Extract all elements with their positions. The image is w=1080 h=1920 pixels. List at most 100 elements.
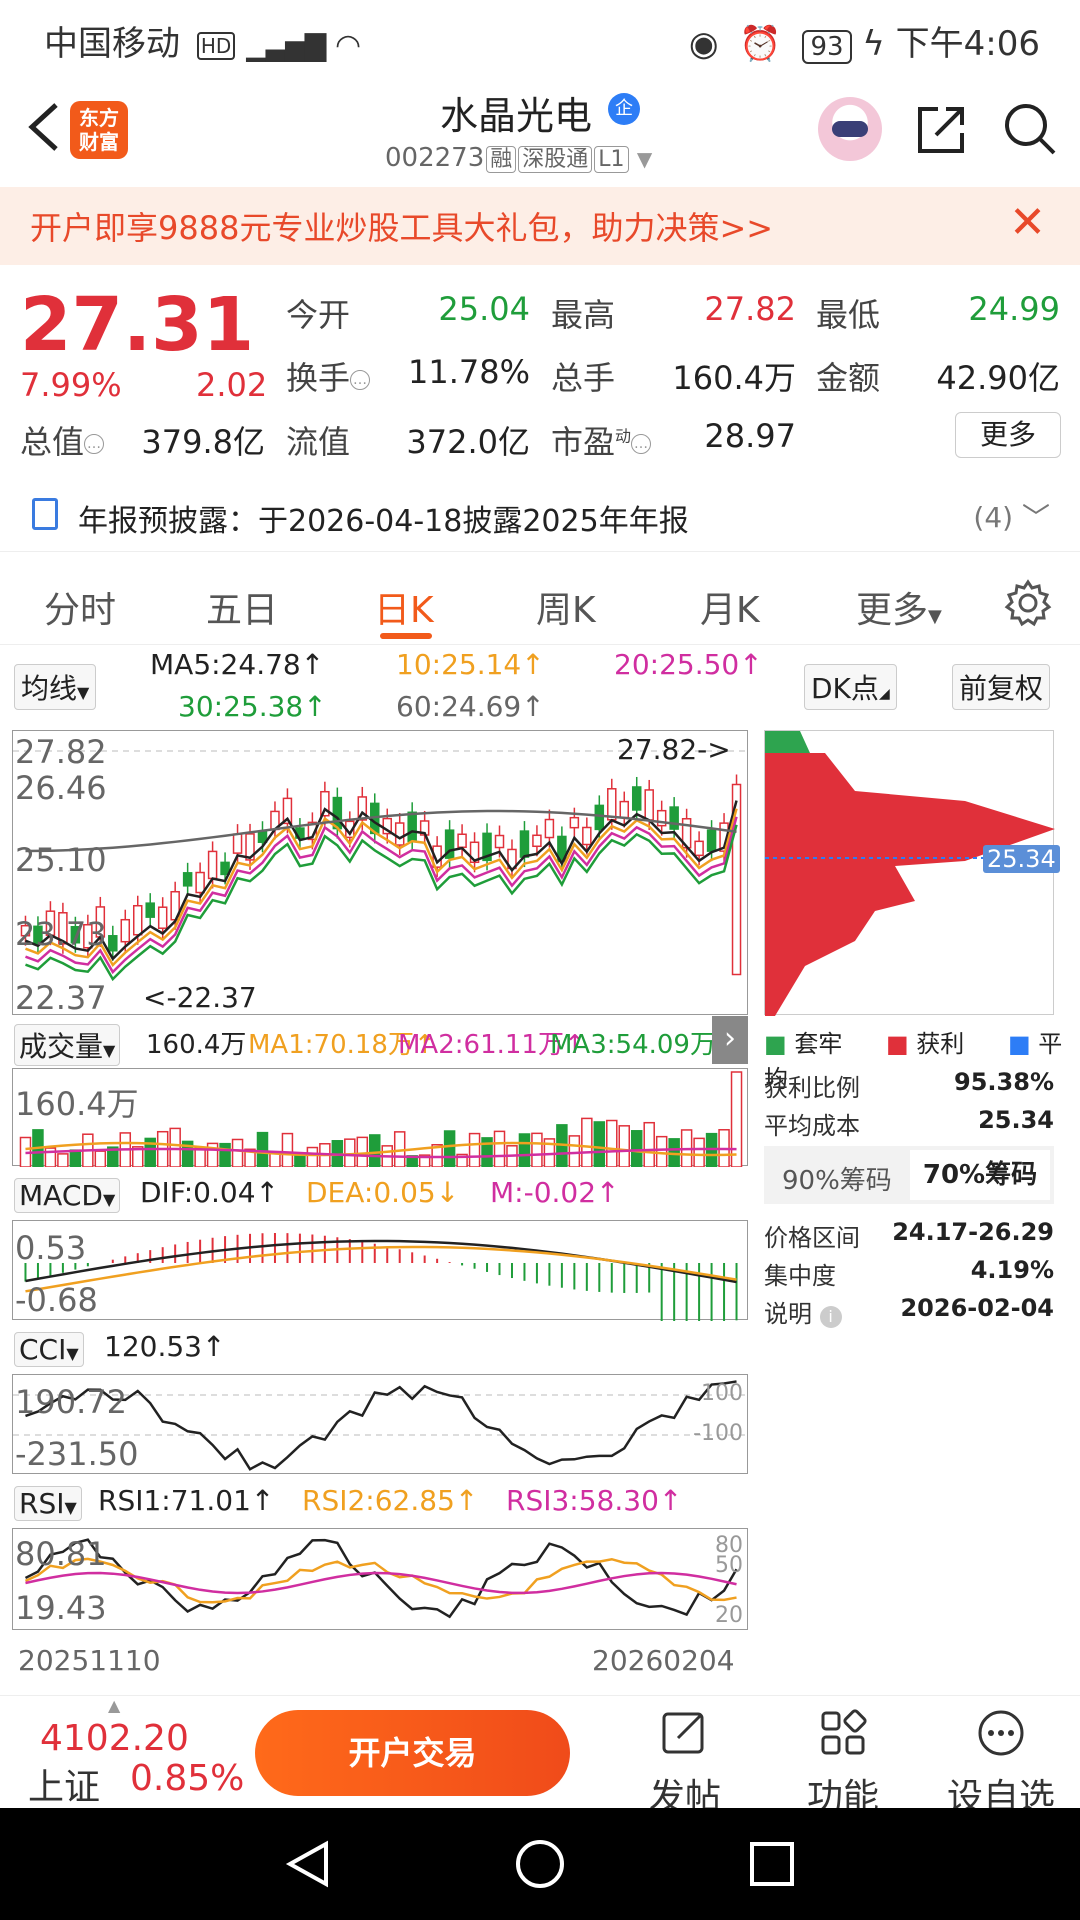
date-end: 20260204 [592,1644,735,1677]
post-button[interactable]: 发帖 [630,1708,740,1820]
functions-button[interactable]: 功能 [788,1708,898,1820]
concentration-value: 4.19% [970,1256,1054,1284]
candle [232,833,243,854]
rsi1-line [24,1538,738,1619]
note-date: 2026-02-04 [900,1294,1054,1322]
low-marker: <-22.37 [143,981,257,1014]
rsi-panel[interactable]: 80.81 19.43 80 50 20 [12,1528,748,1630]
cci-ref-hi: 100 [701,1381,743,1406]
rsi-chart[interactable] [13,1529,749,1631]
grid-icon [821,1709,867,1755]
ma20-value: 20:25.50↑ [614,648,763,681]
index-percent[interactable]: 0.85% [130,1758,244,1799]
trapped-chips [765,731,810,753]
candle [494,834,505,849]
cci-axis-bottom: -231.50 [15,1435,139,1473]
macd-chart[interactable] [13,1221,749,1321]
pe-label: 市盈动… [551,417,652,463]
candle [669,806,679,830]
bottom-toolbar: ▲ 4102.20 上证 0.85% 开户交易 发帖 功能 设自选 [0,1695,1080,1818]
promo-banner[interactable]: 开户即享9888元专业炒股工具大礼包，助力决策>> ✕ [0,187,1080,265]
volume-axis-top: 160.4万 [15,1085,139,1123]
macd-selector[interactable]: MACD▼ [14,1178,121,1213]
volume-bar [693,1137,705,1167]
profit-ratio-label: 获利比例 [764,1074,860,1102]
avg-cost-value: 25.34 [978,1106,1054,1134]
candle [394,822,405,846]
chip-distribution-chart[interactable]: 25.34 [764,730,1060,1016]
tab-weekly-k[interactable]: 周K [536,581,596,633]
signal-icon: ▁▃▅▇ [246,29,326,62]
rsi-selector[interactable]: RSI▼ [14,1486,82,1521]
ma10-value: 10:25.14↑ [396,648,545,681]
nav-back-icon[interactable] [282,1838,334,1890]
close-icon[interactable]: ✕ [1009,197,1046,248]
kline-panel[interactable]: 27.82 26.46 25.10 23.73 22.37 27.82-> <-… [12,730,749,1017]
annual-report-notice[interactable]: 年报预披露：于2026-04-18披露2025年年报 (4) ﹀ [0,482,1080,552]
stock-code-line[interactable]: 002273 融深股通 L1 ▼ [385,141,652,173]
tab-intraday[interactable]: 分时 [44,581,116,633]
settings-gear-icon[interactable] [1004,579,1052,627]
candle [195,871,205,894]
adjust-button[interactable]: 前复权 [952,664,1051,710]
volume-bar [57,1153,69,1167]
tab-five-day[interactable]: 五日 [206,581,278,633]
volume-bar [618,1125,631,1167]
volume-bar [281,1132,294,1167]
kline-chart[interactable] [13,731,749,1016]
nav-home-icon[interactable] [514,1838,566,1890]
dropdown-icon[interactable]: ▼ [637,147,652,171]
trade-button[interactable]: 开户交易 [255,1710,570,1796]
volume-bar [730,1071,743,1167]
index-name[interactable]: 上证 [28,1758,100,1810]
status-right: ◉ ⏰ 93 ϟ 下午4:06 [689,16,1040,65]
volume-bar [256,1131,269,1167]
tag-connect: 深股通 [518,146,593,173]
expand-arrow-icon[interactable]: › [712,1016,748,1064]
volume-selector[interactable]: 成交量▼ [14,1024,121,1066]
macd-m: M:-0.02↑ [490,1176,620,1209]
quote-panel: 27.31 7.99% 2.02 今开 25.04 最高 27.82 最低 24… [0,270,1080,470]
candle [407,811,417,843]
note-label[interactable]: 说明 i [764,1294,842,1329]
mcap-label: 总值… [20,417,105,463]
chip-chart-svg [765,731,1055,1016]
volume-value: 160.4万 [672,359,796,397]
pe-value: 28.97 [704,417,796,455]
cci-panel[interactable]: 190.72 -231.50 100 -100 [12,1374,749,1474]
tab-monthly-k[interactable]: 月K [700,581,760,633]
ma30-value: 30:25.38↑ [178,690,327,723]
tab-chip-70[interactable]: 70%筹码 [910,1150,1050,1200]
tab-daily-k[interactable]: 日K [374,581,434,633]
dk-point-button[interactable]: DK点◢ [804,664,897,710]
date-start: 20251110 [18,1644,161,1677]
index-value[interactable]: 4102.20 [40,1718,189,1759]
ma-selector[interactable]: 均线▼ [14,664,97,710]
info-icon[interactable]: i [819,1306,842,1328]
cci-ref-lo: -100 [693,1421,743,1446]
tab-more[interactable]: 更多▼ [856,581,942,633]
volume-bar [219,1142,231,1167]
annual-report-count[interactable]: (4) ﹀ [973,496,1050,536]
more-dots-icon [978,1710,1024,1756]
tab-chip-90[interactable]: 90%筹码 [782,1160,892,1197]
enterprise-badge: 企 [608,93,640,125]
trapped-legend-icon: ■ [764,1030,787,1058]
candle [108,935,118,952]
promo-text[interactable]: 开户即享9888元专业炒股工具大礼包，助力决策>> [30,203,773,249]
volume-panel[interactable]: 160.4万 [12,1068,748,1167]
stock-code: 002273 [385,143,485,173]
volume-bar [568,1135,581,1167]
nav-recents-icon[interactable] [746,1838,798,1890]
more-button[interactable]: 更多 [955,412,1061,458]
watchlist-button[interactable]: 设自选 [946,1708,1056,1820]
amount-value: 42.90亿 [936,359,1060,397]
amount-label: 金额 [816,359,881,397]
volume-label: 总手 [551,359,616,397]
assistant-avatar[interactable] [818,97,882,161]
cci-selector[interactable]: CCI▼ [14,1332,84,1367]
macd-panel[interactable]: 0.53 -0.68 [12,1220,749,1321]
search-icon[interactable] [1002,101,1058,157]
back-icon[interactable] [20,97,70,157]
share-icon[interactable] [914,101,970,157]
